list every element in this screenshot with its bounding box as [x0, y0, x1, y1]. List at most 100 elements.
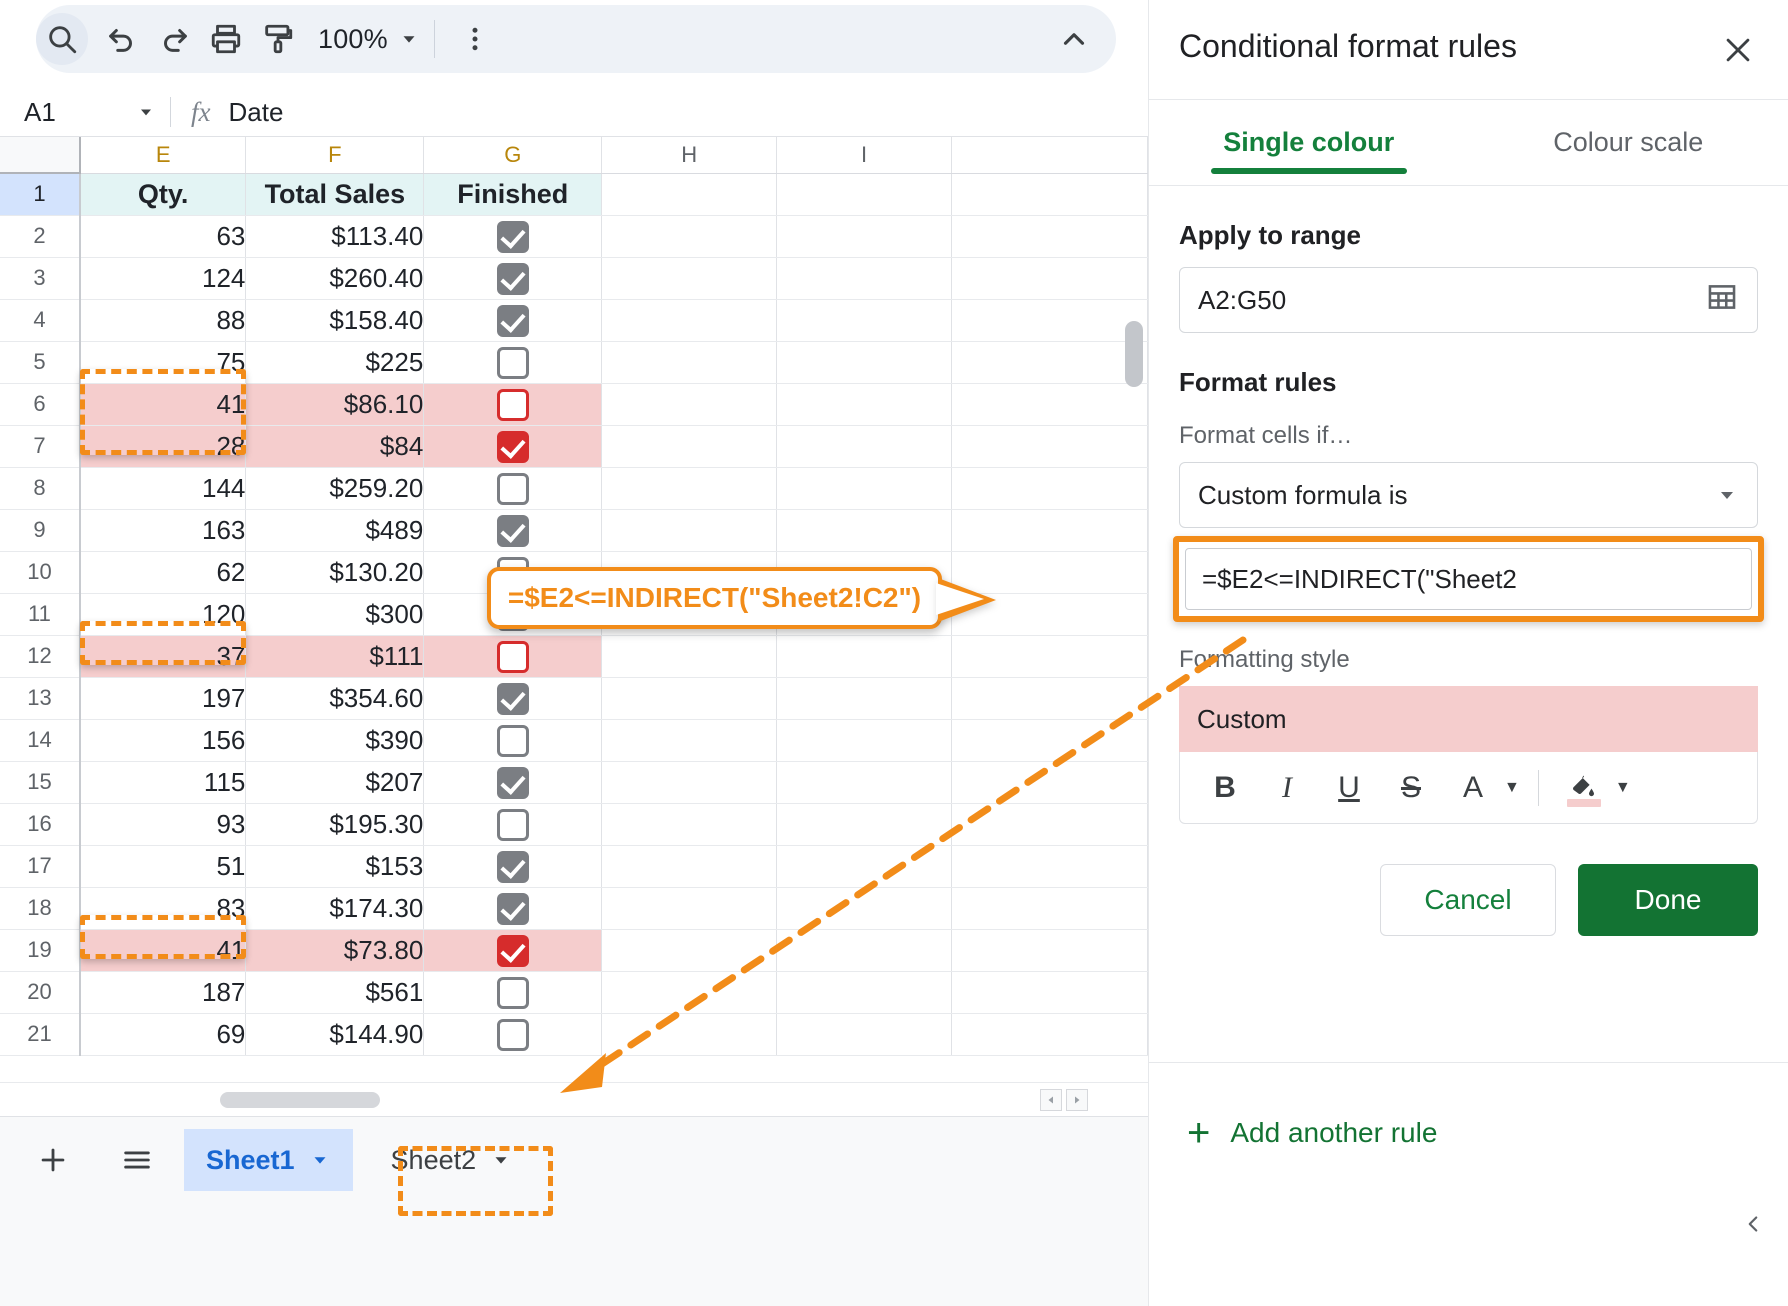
- fill-colour-icon[interactable]: [1557, 761, 1611, 815]
- table-row[interactable]: 11 120 $300: [0, 593, 1148, 636]
- cell-total-sales[interactable]: $195.30: [245, 803, 425, 846]
- cell-j[interactable]: [951, 677, 1148, 720]
- zoom-control[interactable]: 100%: [318, 24, 420, 55]
- cell-finished[interactable]: [423, 719, 603, 762]
- tab-colour-scale[interactable]: Colour scale: [1469, 100, 1788, 186]
- cell-finished[interactable]: [423, 845, 603, 888]
- cell-qty[interactable]: 69: [79, 1013, 247, 1056]
- formula-input-value[interactable]: Date: [229, 97, 284, 128]
- chevron-down-icon[interactable]: ▼: [1615, 779, 1631, 797]
- cell-total-sales[interactable]: Total Sales: [245, 173, 425, 216]
- checkbox-checked-icon[interactable]: [496, 892, 529, 925]
- vertical-scrollbar[interactable]: [1125, 307, 1143, 1189]
- cell-j[interactable]: [951, 215, 1148, 258]
- row-header[interactable]: 4: [0, 299, 81, 342]
- table-row[interactable]: 2 63 $113.40: [0, 215, 1148, 258]
- cell-finished[interactable]: [423, 971, 603, 1014]
- checkbox-checked-icon[interactable]: [496, 850, 529, 883]
- cell-j[interactable]: [951, 719, 1148, 762]
- cell-total-sales[interactable]: $390: [245, 719, 425, 762]
- sheet-tab-sheet1[interactable]: Sheet1: [184, 1129, 353, 1191]
- cell-finished[interactable]: [423, 467, 603, 510]
- column-header-J[interactable]: [951, 137, 1148, 174]
- cell-total-sales[interactable]: $144.90: [245, 1013, 425, 1056]
- cell-h[interactable]: [601, 971, 778, 1014]
- cell-h[interactable]: [601, 635, 778, 678]
- cell-finished[interactable]: [423, 761, 603, 804]
- cell-h[interactable]: [601, 215, 778, 258]
- cell-finished[interactable]: [423, 425, 603, 468]
- cell-i[interactable]: [776, 509, 953, 552]
- cell-finished[interactable]: [423, 509, 603, 552]
- row-header[interactable]: 7: [0, 425, 81, 468]
- cell-h[interactable]: [601, 467, 778, 510]
- cell-i[interactable]: [776, 929, 953, 972]
- cell-total-sales[interactable]: $207: [245, 761, 425, 804]
- cell-finished[interactable]: [423, 803, 603, 846]
- cell-h[interactable]: [601, 299, 778, 342]
- cell-qty[interactable]: 75: [79, 341, 247, 384]
- row-header[interactable]: 16: [0, 803, 81, 846]
- text-colour-button[interactable]: A: [1446, 761, 1500, 815]
- table-row[interactable]: 7 28 $84: [0, 425, 1148, 468]
- add-sheet-icon[interactable]: [22, 1129, 84, 1191]
- cancel-button[interactable]: Cancel: [1380, 864, 1556, 936]
- cell-finished[interactable]: [423, 887, 603, 930]
- cell-qty[interactable]: 197: [79, 677, 247, 720]
- cell-i[interactable]: [776, 677, 953, 720]
- cell-finished[interactable]: [423, 257, 603, 300]
- cell-finished[interactable]: [423, 215, 603, 258]
- cell-h[interactable]: [601, 761, 778, 804]
- condition-type-dropdown[interactable]: Custom formula is: [1179, 462, 1758, 528]
- column-header-F[interactable]: F: [245, 137, 425, 174]
- cell-i[interactable]: [776, 887, 953, 930]
- row-header[interactable]: 18: [0, 887, 81, 930]
- cell-total-sales[interactable]: $153: [245, 845, 425, 888]
- cell-i[interactable]: [776, 803, 953, 846]
- cell-total-sales[interactable]: $73.80: [245, 929, 425, 972]
- apply-to-range-input[interactable]: A2:G50: [1179, 267, 1758, 333]
- cell-h[interactable]: [601, 173, 778, 216]
- cell-j[interactable]: [951, 1013, 1148, 1056]
- cell-h[interactable]: [601, 425, 778, 468]
- cell-j[interactable]: [951, 761, 1148, 804]
- table-row[interactable]: 8 144 $259.20: [0, 467, 1148, 510]
- row-header[interactable]: 12: [0, 635, 81, 678]
- vertical-scrollbar-thumb[interactable]: [1125, 321, 1143, 387]
- row-header[interactable]: 14: [0, 719, 81, 762]
- checkbox-unchecked-icon[interactable]: [496, 556, 529, 589]
- table-row[interactable]: 13 197 $354.60: [0, 677, 1148, 720]
- underline-button[interactable]: U: [1322, 761, 1376, 815]
- cell-finished[interactable]: [423, 677, 603, 720]
- row-header[interactable]: 15: [0, 761, 81, 804]
- horizontal-scrollbar[interactable]: [0, 1082, 1148, 1116]
- done-button[interactable]: Done: [1578, 864, 1758, 936]
- cell-total-sales[interactable]: $86.10: [245, 383, 425, 426]
- select-all-corner[interactable]: [0, 137, 81, 174]
- column-header-I[interactable]: I: [776, 137, 953, 174]
- scroll-left-icon[interactable]: [1040, 1089, 1062, 1111]
- cell-total-sales[interactable]: $354.60: [245, 677, 425, 720]
- cell-h[interactable]: [601, 1013, 778, 1056]
- cell-qty[interactable]: 124: [79, 257, 247, 300]
- cell-total-sales[interactable]: $84: [245, 425, 425, 468]
- cell-i[interactable]: [776, 425, 953, 468]
- cell-h[interactable]: [601, 803, 778, 846]
- row-header[interactable]: 13: [0, 677, 81, 720]
- cell-finished[interactable]: [423, 1013, 603, 1056]
- cell-qty[interactable]: 62: [79, 551, 247, 594]
- checkbox-checked-icon[interactable]: [496, 430, 529, 463]
- close-icon[interactable]: [1714, 26, 1762, 74]
- cell-j[interactable]: [951, 383, 1148, 426]
- checkbox-unchecked-icon[interactable]: [496, 1018, 529, 1051]
- cell-qty[interactable]: 41: [79, 383, 247, 426]
- collapse-toolbar-icon[interactable]: [1046, 11, 1102, 67]
- row-header[interactable]: 10: [0, 551, 81, 594]
- column-header-G[interactable]: G: [423, 137, 603, 174]
- cell-qty[interactable]: 51: [79, 845, 247, 888]
- row-header[interactable]: 1: [0, 173, 81, 216]
- checkbox-unchecked-icon[interactable]: [496, 598, 529, 631]
- cell-total-sales[interactable]: $489: [245, 509, 425, 552]
- checkbox-unchecked-icon[interactable]: [496, 976, 529, 1009]
- cell-h[interactable]: [601, 551, 778, 594]
